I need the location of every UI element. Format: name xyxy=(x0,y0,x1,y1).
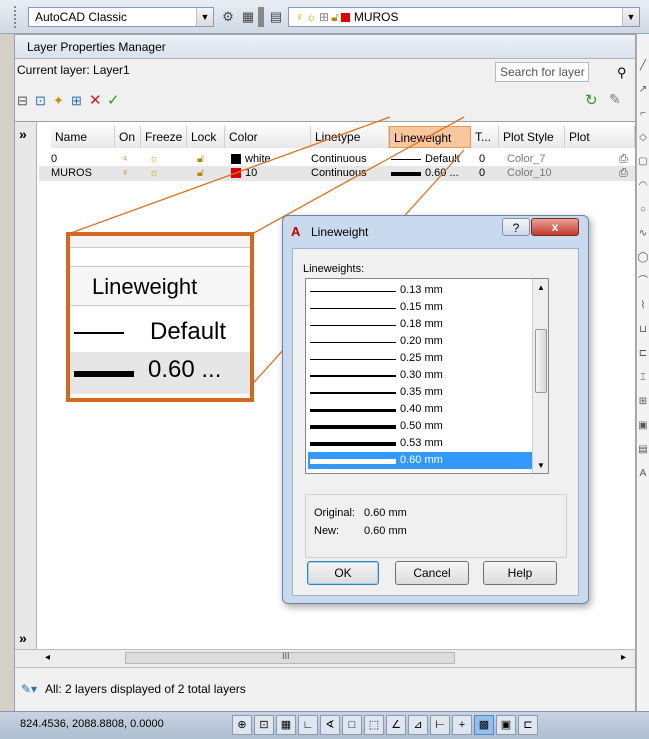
lw-sample xyxy=(310,374,396,377)
lw-sample xyxy=(310,408,396,412)
dialog-body: Lineweights: 0.13 mm 0.15 mm 0.18 mm 0.2… xyxy=(292,248,579,596)
list-item[interactable]: 0.25 mm xyxy=(308,350,546,367)
scroll-down-icon[interactable]: ▼ xyxy=(537,461,545,470)
lw-sample xyxy=(310,324,396,326)
list-item[interactable]: 0.50 mm xyxy=(308,418,546,435)
zoom-row1-text: Default xyxy=(150,318,227,345)
lineweight-list[interactable]: 0.13 mm 0.15 mm 0.18 mm 0.20 mm 0.25 mm … xyxy=(305,278,549,474)
lw-label: 0.30 mm xyxy=(400,369,443,381)
lw-sample xyxy=(310,341,396,343)
zoom-header-cell: Lineweight xyxy=(70,266,250,306)
lw-sample xyxy=(310,391,396,394)
zoom-line-thin xyxy=(74,332,124,334)
lw-sample xyxy=(310,458,396,464)
list-item[interactable]: 0.13 mm xyxy=(308,282,546,299)
dialog-title: Lineweight xyxy=(311,225,369,239)
new-value: 0.60 mm xyxy=(364,525,407,537)
info-group: Original: 0.60 mm New: 0.60 mm xyxy=(305,494,567,558)
list-scrollbar[interactable]: ▲ ▼ xyxy=(532,279,548,473)
lw-label: 0.13 mm xyxy=(400,284,443,296)
ok-button[interactable]: OK xyxy=(307,561,379,585)
lw-sample xyxy=(310,307,396,309)
lw-label: 0.35 mm xyxy=(400,386,443,398)
lineweights-label: Lineweights: xyxy=(303,263,365,275)
list-item[interactable]: 0.15 mm xyxy=(308,299,546,316)
scroll-up-icon[interactable]: ▲ xyxy=(537,283,545,292)
ok-label: OK xyxy=(334,566,352,580)
lw-label: 0.53 mm xyxy=(400,437,443,449)
close-button[interactable]: x xyxy=(531,218,579,236)
list-item[interactable]: 0.18 mm xyxy=(308,316,546,333)
list-item[interactable]: 0.40 mm xyxy=(308,401,546,418)
cancel-button[interactable]: Cancel xyxy=(395,561,469,585)
help-button[interactable]: Help xyxy=(483,561,557,585)
list-item-selected[interactable]: 0.60 mm xyxy=(308,452,546,469)
lineweight-dialog: A Lineweight ? x Lineweights: 0.13 mm 0.… xyxy=(282,215,589,604)
lw-sample xyxy=(310,358,396,360)
lw-sample xyxy=(310,441,396,446)
cancel-label: Cancel xyxy=(413,566,451,580)
zoom-line-thick xyxy=(74,371,134,377)
lw-label: 0.25 mm xyxy=(400,352,443,364)
zoom-top-strip xyxy=(70,236,250,248)
original-label: Original: xyxy=(314,507,355,519)
scroll-thumb[interactable] xyxy=(535,329,547,393)
lw-label: 0.20 mm xyxy=(400,335,443,347)
lw-sample xyxy=(310,424,396,429)
list-item[interactable]: 0.30 mm xyxy=(308,367,546,384)
help-glyph: ? xyxy=(512,221,520,235)
zoom-callout: Lineweight Default 0.60 ... xyxy=(66,232,254,402)
new-label: New: xyxy=(314,525,340,537)
help-label: Help xyxy=(507,566,533,580)
list-item[interactable]: 0.53 mm xyxy=(308,435,546,452)
lw-label: 0.60 mm xyxy=(400,454,443,466)
lw-label: 0.15 mm xyxy=(400,301,443,313)
zoom-row2-text: 0.60 ... xyxy=(148,356,222,383)
lw-sample xyxy=(310,290,396,292)
original-value: 0.60 mm xyxy=(364,507,407,519)
list-item[interactable]: 0.20 mm xyxy=(308,333,546,350)
lw-label: 0.40 mm xyxy=(400,403,443,415)
zoom-header-text: Lineweight xyxy=(92,274,198,299)
close-icon: x xyxy=(551,220,559,234)
help-title-button[interactable]: ? xyxy=(502,218,530,236)
list-item[interactable]: 0.35 mm xyxy=(308,384,546,401)
lw-label: 0.50 mm xyxy=(400,420,443,432)
lw-label: 0.18 mm xyxy=(400,318,443,330)
autocad-icon: A xyxy=(291,224,301,239)
